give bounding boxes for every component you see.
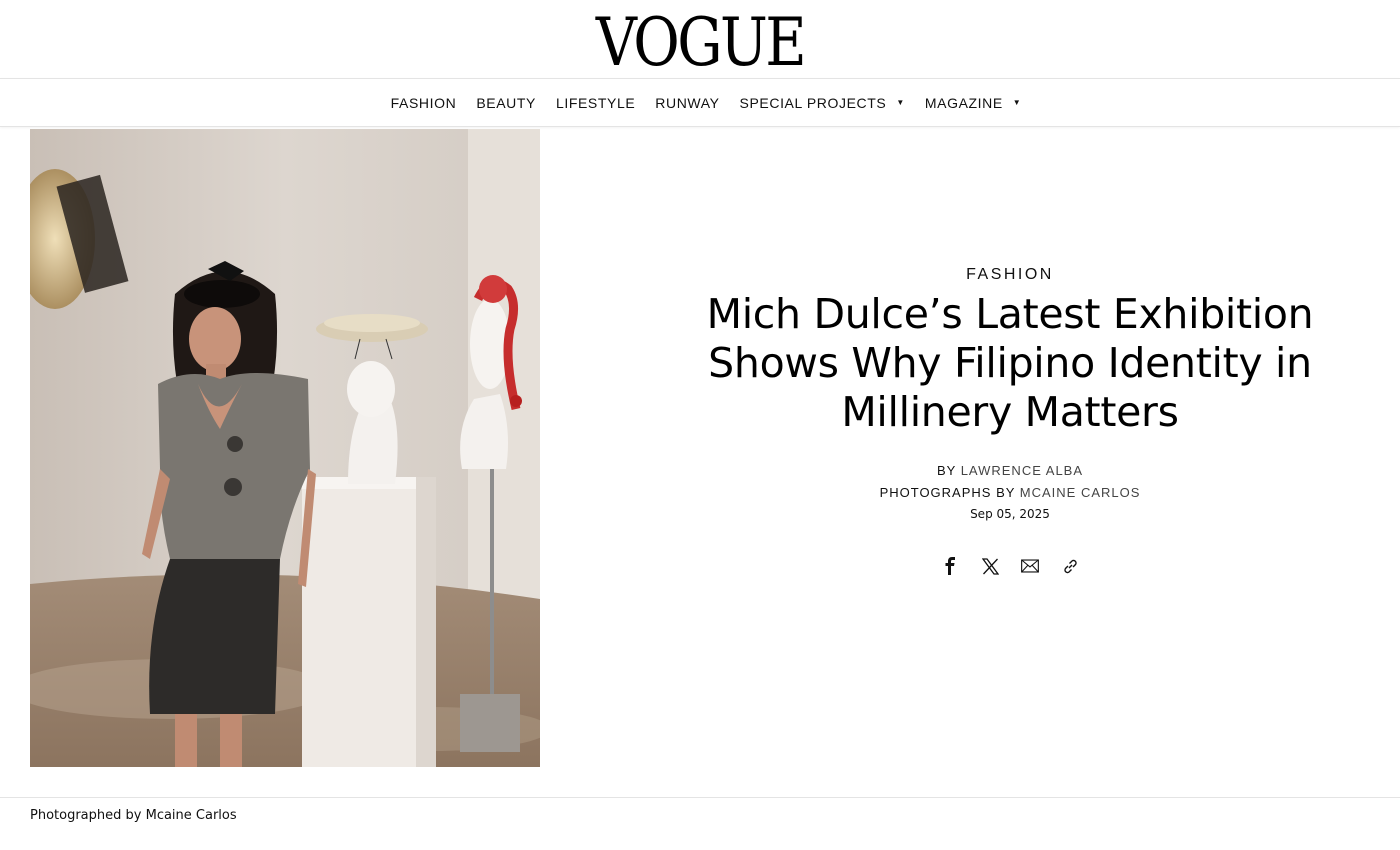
nav-item-label: LIFESTYLE [555, 94, 636, 111]
image-caption: Photographed by Mcaine Carlos [30, 808, 237, 823]
article-header: FASHION Mich Dulce’s Latest Exhibition S… [690, 266, 1330, 575]
nav-item-fashion[interactable]: FASHION [391, 95, 457, 111]
nav-item-lifestyle[interactable]: LIFESTYLE [556, 95, 635, 111]
nav-item-label: MAGAZINE [924, 94, 1003, 111]
masthead: VOGUE [0, 0, 1400, 78]
article-category[interactable]: FASHION [966, 266, 1054, 284]
nav-item-label: SPECIAL PROJECTS [739, 94, 887, 111]
vogue-logo[interactable]: VOGUE [98, 10, 1302, 76]
nav-item-label: RUNWAY [655, 94, 720, 111]
caret-down-icon: ▼ [1012, 98, 1022, 107]
mail-icon[interactable] [1021, 557, 1039, 575]
nav-item-special-projects[interactable]: SPECIAL PROJECTS ▼ [740, 95, 905, 111]
hero-photo-illustration [30, 129, 540, 767]
nav-item-beauty[interactable]: BEAUTY [476, 95, 536, 111]
main-nav: FASHION BEAUTY LIFESTYLE RUNWAY SPECIAL … [0, 78, 1400, 127]
nav-item-label: FASHION [390, 94, 457, 111]
author-link[interactable]: LAWRENCE ALBA [961, 463, 1083, 478]
photographer-link[interactable]: MCAINE CARLOS [1020, 485, 1141, 500]
share-bar [690, 557, 1330, 575]
link-icon[interactable] [1061, 557, 1079, 575]
caret-down-icon: ▼ [896, 98, 905, 107]
article-headline: Mich Dulce’s Latest Exhibition Shows Why… [706, 290, 1314, 436]
byline: BY LAWRENCE ALBA PHOTOGRAPHS BY MCAINE C… [690, 459, 1330, 505]
photographer-prefix: PHOTOGRAPHS BY [879, 485, 1016, 500]
nav-item-magazine[interactable]: MAGAZINE ▼ [925, 95, 1021, 111]
author-line: BY LAWRENCE ALBA [690, 459, 1330, 483]
nav-item-label: BEAUTY [476, 94, 536, 111]
hero-photo [30, 129, 540, 767]
nav-item-runway[interactable]: RUNWAY [655, 95, 719, 111]
facebook-icon[interactable] [941, 557, 959, 575]
x-icon[interactable] [981, 557, 999, 575]
byline-prefix: BY [936, 463, 957, 478]
caption-divider [0, 797, 1400, 798]
photographer-line: PHOTOGRAPHS BY MCAINE CARLOS [690, 481, 1330, 505]
publish-date: Sep 05, 2025 [970, 507, 1050, 521]
